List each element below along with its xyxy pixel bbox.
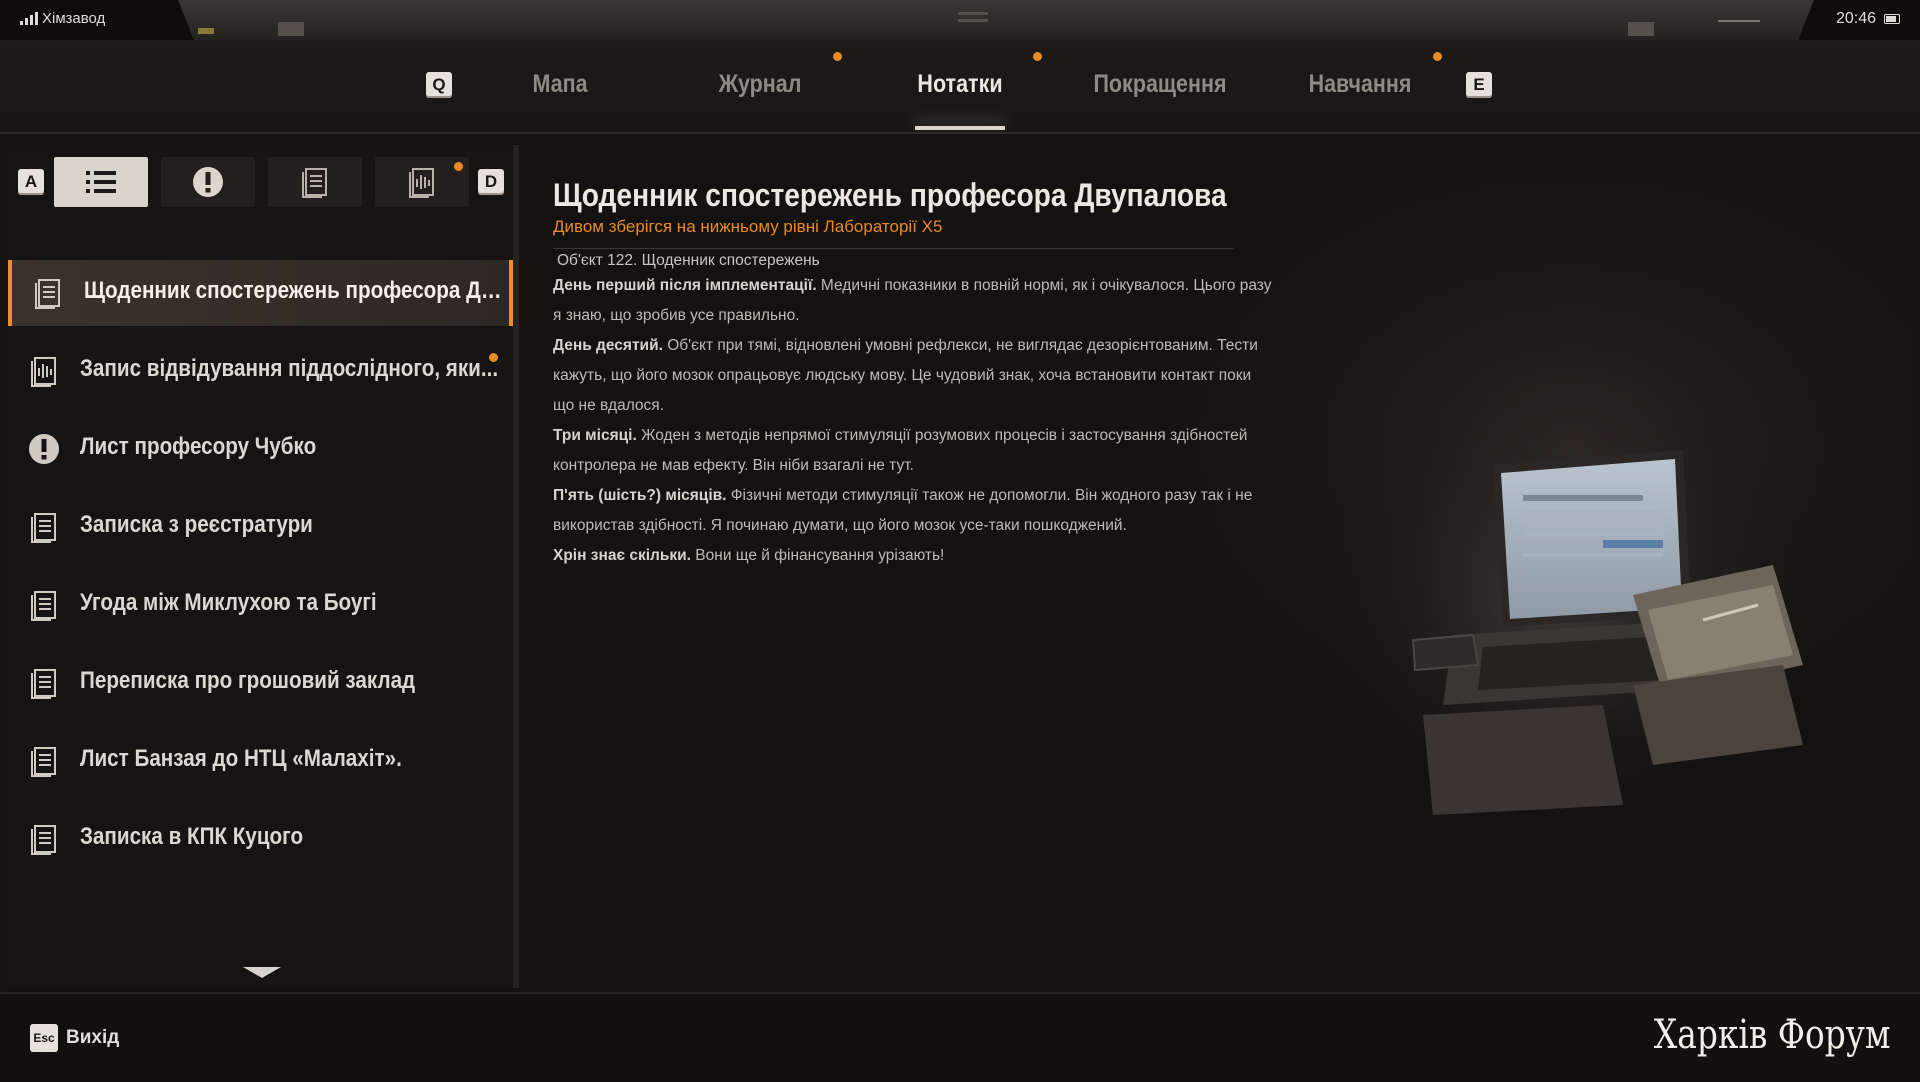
note-title: Угода між Миклухою та Боугі bbox=[80, 589, 377, 616]
document-icon bbox=[28, 823, 60, 855]
signal-icon bbox=[20, 12, 38, 25]
filter-audio-notification-dot bbox=[454, 162, 463, 171]
clock: 20:46 bbox=[1835, 10, 1876, 27]
exit-button[interactable]: Вихід bbox=[66, 1027, 119, 1049]
document-icon bbox=[28, 589, 60, 621]
entry-heading: П'ять (шість?) місяців. bbox=[553, 487, 727, 504]
entry-text: Вони ще й фінансування урізають! bbox=[691, 547, 945, 564]
filter-row: A D bbox=[8, 157, 513, 207]
note-list-item[interactable]: Лист Банзая до НТЦ «Малахіт». bbox=[8, 728, 513, 794]
document-title: Щоденник спостережень професора Двупалов… bbox=[553, 177, 1227, 213]
note-title: Запис відвідування піддослідного, яки... bbox=[80, 355, 499, 382]
exclamation-icon bbox=[193, 167, 223, 197]
note-title: Щоденник спостережень професора Дву... bbox=[84, 277, 506, 304]
exclamation-icon bbox=[28, 433, 60, 465]
entry-text: Жоден з методів непрямої стимуляції розу… bbox=[553, 427, 1248, 474]
prev-filter-key[interactable]: A bbox=[18, 169, 44, 195]
diary-entry: П'ять (шість?) місяців. Фізичні методи с… bbox=[553, 481, 1273, 541]
list-icon bbox=[86, 171, 116, 193]
filter-documents-button[interactable] bbox=[268, 157, 362, 207]
carrier-label: Хімзавод bbox=[42, 10, 106, 27]
note-title: Переписка про грошовий заклад bbox=[80, 667, 416, 694]
scroll-down-arrow-icon[interactable] bbox=[243, 967, 281, 978]
document-icon bbox=[28, 511, 60, 543]
filter-important-button[interactable] bbox=[161, 157, 255, 207]
bottom-bar: Esc Вихід Харків Форум bbox=[0, 992, 1920, 1082]
entry-heading: День перший після імплементації. bbox=[553, 277, 817, 294]
tab-bar: Q Мапа Журнал Нотатки Покращення Навчанн… bbox=[0, 40, 1920, 134]
next-filter-key[interactable]: D bbox=[478, 169, 504, 195]
document-subtitle: Дивом зберігся на нижньому рівні Лаборат… bbox=[553, 217, 943, 236]
note-title: Лист професору Чубко bbox=[80, 433, 317, 460]
status-bar: Хімзавод 20:46 bbox=[0, 0, 1920, 41]
entry-heading: Три місяці. bbox=[553, 427, 637, 444]
note-content-panel: Щоденник спостережень професора Двупалов… bbox=[523, 145, 1912, 988]
document-icon bbox=[28, 745, 60, 777]
diary-entry: День десятий. Об'єкт при тямі, відновлен… bbox=[553, 331, 1273, 421]
document-icon bbox=[28, 667, 60, 699]
esc-key[interactable]: Esc bbox=[30, 1024, 58, 1052]
tab-notes[interactable]: Нотатки bbox=[900, 70, 1020, 110]
notes-list-panel: A D Щоденник спостережень професора Дву.… bbox=[8, 145, 519, 988]
note-list-item[interactable]: Переписка про грошовий заклад bbox=[8, 650, 513, 716]
note-notification-dot bbox=[489, 353, 498, 362]
device-frame bbox=[178, 0, 1814, 41]
tab-journal-notification-dot bbox=[833, 52, 842, 61]
entry-heading: День десятий. bbox=[553, 337, 663, 354]
clock-area: 20:46 bbox=[1836, 10, 1900, 28]
note-list-item[interactable]: Лист професору Чубко bbox=[8, 416, 513, 482]
note-title: Лист Банзая до НТЦ «Малахіт». bbox=[80, 745, 402, 772]
note-title: Записка в КПК Куцого bbox=[80, 823, 304, 850]
note-list-item[interactable]: Запис відвідування піддослідного, яки... bbox=[8, 338, 513, 404]
note-list-item[interactable]: Записка в КПК Куцого bbox=[8, 806, 513, 872]
diary-entry: Хрін знає скільки. Вони ще й фінансуванн… bbox=[553, 541, 1273, 571]
carrier-info: Хімзавод bbox=[20, 10, 105, 27]
document-header: Об'єкт 122. Щоденник спостережень bbox=[557, 252, 820, 269]
diary-entry: День перший після імплементації. Медичні… bbox=[553, 271, 1273, 331]
audio-icon bbox=[28, 355, 60, 387]
prev-tab-key[interactable]: Q bbox=[426, 72, 452, 98]
audio-icon bbox=[409, 168, 434, 198]
note-list-item[interactable]: Записка з реєстратури bbox=[8, 494, 513, 560]
diary-entry: Три місяці. Жоден з методів непрямої сти… bbox=[553, 421, 1273, 481]
tab-map[interactable]: Мапа bbox=[508, 70, 611, 110]
laptop-illustration bbox=[1303, 395, 1823, 855]
next-tab-key[interactable]: E bbox=[1466, 72, 1492, 98]
document-body: День перший після імплементації. Медичні… bbox=[553, 271, 1273, 571]
tab-journal[interactable]: Журнал bbox=[700, 70, 820, 110]
tab-training[interactable]: Навчання bbox=[1300, 70, 1420, 110]
tab-upgrades[interactable]: Покращення bbox=[1091, 70, 1229, 110]
title-divider bbox=[553, 248, 1233, 249]
note-list: Щоденник спостережень професора Дву... З… bbox=[8, 260, 513, 884]
active-tab-indicator bbox=[915, 126, 1005, 130]
watermark: Харків Форум bbox=[1653, 1012, 1890, 1058]
battery-icon bbox=[1884, 14, 1900, 24]
tab-training-notification-dot bbox=[1433, 52, 1442, 61]
document-icon bbox=[32, 277, 64, 309]
document-icon bbox=[302, 168, 327, 198]
entry-heading: Хрін знає скільки. bbox=[553, 547, 691, 564]
note-list-item[interactable]: Щоденник спостережень професора Дву... bbox=[8, 260, 513, 326]
note-list-item[interactable]: Угода між Миклухою та Боугі bbox=[8, 572, 513, 638]
tab-notes-notification-dot bbox=[1033, 52, 1042, 61]
filter-all-button[interactable] bbox=[54, 157, 148, 207]
note-title: Записка з реєстратури bbox=[80, 511, 313, 538]
